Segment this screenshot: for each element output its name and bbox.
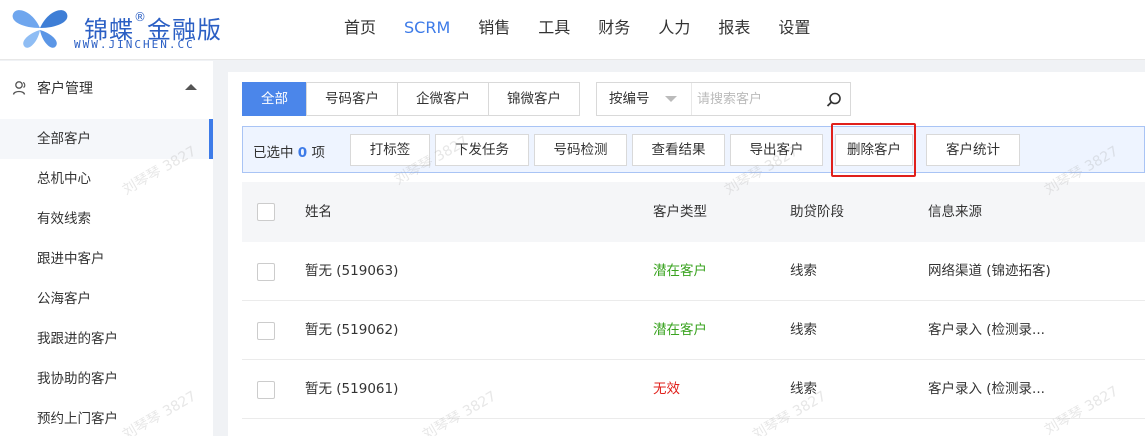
sidebar-group-label: 客户管理	[37, 81, 93, 97]
loan-stage: 线索	[790, 322, 817, 338]
sidebar-group-customer-management[interactable]: 客户管理	[0, 67, 213, 107]
sidebar-item-switchboard[interactable]: 总机中心	[0, 159, 213, 199]
search-field-select[interactable]: 按编号	[597, 83, 692, 115]
sidebar-item-all-customers[interactable]: 全部客户	[0, 119, 213, 159]
tab-jinwei-customers[interactable]: 锦微客户	[488, 82, 580, 116]
table-header: 姓名 客户类型 助贷阶段 信息来源	[242, 182, 1145, 242]
customer-type: 潜在客户	[653, 263, 707, 279]
info-source: 客户录入 (检测录...	[928, 381, 1045, 397]
row-checkbox[interactable]	[257, 381, 275, 399]
top-header: 锦蝶®金融版 WWW.JINCHEN.CC 首页 SCRM 销售 工具 财务 人…	[0, 0, 1145, 60]
nav-settings[interactable]: 设置	[764, 0, 824, 60]
main-panel: 全部 号码客户 企微客户 锦微客户 按编号 已选中 0 项 打标签 下发任务 号…	[228, 72, 1145, 436]
info-source: 客户录入 (检测录...	[928, 322, 1045, 338]
selected-count-text: 已选中 0 项	[253, 145, 325, 161]
column-header-type: 客户类型	[653, 204, 707, 220]
user-icon	[12, 81, 26, 95]
tab-phone-customers[interactable]: 号码客户	[306, 82, 398, 116]
customer-type: 无效	[653, 381, 680, 397]
nav-reports[interactable]: 报表	[704, 0, 764, 60]
chevron-down-icon	[665, 96, 677, 102]
tag-button[interactable]: 打标签	[350, 134, 430, 166]
search-select-value: 按编号	[609, 91, 650, 107]
sidebar-item-public-pool[interactable]: 公海客户	[0, 279, 213, 319]
sidebar-item-appointments[interactable]: 预约上门客户	[0, 399, 213, 436]
tab-all[interactable]: 全部	[242, 82, 307, 116]
table-row[interactable]: 暂无 (519063) 潜在客户 线索 网络渠道 (锦迹拓客)	[242, 242, 1145, 301]
select-all-checkbox[interactable]	[257, 203, 275, 221]
batch-toolbar: 已选中 0 项 打标签 下发任务 号码检测 查看结果 导出客户 删除客户 客户统…	[242, 126, 1145, 173]
nav-tools[interactable]: 工具	[524, 0, 584, 60]
nav-hr[interactable]: 人力	[644, 0, 704, 60]
sidebar-item-following[interactable]: 跟进中客户	[0, 239, 213, 279]
customer-stats-button[interactable]: 客户统计	[926, 134, 1020, 166]
table-row[interactable]: 暂无 (519061) 无效 线索 客户录入 (检测录...	[242, 360, 1145, 419]
nav-home[interactable]: 首页	[330, 0, 390, 60]
logo[interactable]: 锦蝶®金融版 WWW.JINCHEN.CC	[10, 4, 250, 56]
loan-stage: 线索	[790, 381, 817, 397]
sidebar: 客户管理 全部客户 总机中心 有效线索 跟进中客户 公海客户 我跟进的客户 我协…	[0, 61, 213, 436]
sidebar-item-valid-leads[interactable]: 有效线索	[0, 199, 213, 239]
view-results-button[interactable]: 查看结果	[632, 134, 725, 166]
info-source: 网络渠道 (锦迹拓客)	[928, 263, 1051, 279]
search-box: 按编号	[596, 82, 851, 116]
customer-name: 暂无 (519063)	[305, 263, 399, 279]
column-header-name: 姓名	[305, 204, 332, 220]
butterfly-logo-icon	[12, 10, 68, 48]
main-nav: 首页 SCRM 销售 工具 财务 人力 报表 设置	[330, 0, 824, 60]
number-check-button[interactable]: 号码检测	[534, 134, 627, 166]
row-checkbox[interactable]	[257, 263, 275, 281]
caret-up-icon	[185, 84, 197, 90]
search-icon[interactable]	[825, 91, 843, 109]
nav-finance[interactable]: 财务	[584, 0, 644, 60]
loan-stage: 线索	[790, 263, 817, 279]
nav-sales[interactable]: 销售	[464, 0, 524, 60]
delete-button-highlight	[831, 123, 916, 177]
sidebar-item-my-assisting[interactable]: 我协助的客户	[0, 359, 213, 399]
column-header-source: 信息来源	[928, 204, 982, 220]
export-customers-button[interactable]: 导出客户	[730, 134, 823, 166]
customer-name: 暂无 (519062)	[305, 322, 399, 338]
assign-task-button[interactable]: 下发任务	[435, 134, 529, 166]
tab-wecom-customers[interactable]: 企微客户	[397, 82, 489, 116]
customer-name: 暂无 (519061)	[305, 381, 399, 397]
row-checkbox[interactable]	[257, 322, 275, 340]
sidebar-item-my-following[interactable]: 我跟进的客户	[0, 319, 213, 359]
customer-tabs: 全部 号码客户 企微客户 锦微客户	[242, 82, 580, 116]
customer-type: 潜在客户	[653, 322, 707, 338]
column-header-stage: 助贷阶段	[790, 204, 844, 220]
logo-url: WWW.JINCHEN.CC	[74, 38, 195, 51]
selected-count: 0	[297, 145, 308, 161]
table-row[interactable]: 暂无 (519062) 潜在客户 线索 客户录入 (检测录...	[242, 301, 1145, 360]
search-input[interactable]	[697, 85, 817, 113]
nav-scrm[interactable]: SCRM	[390, 0, 464, 60]
